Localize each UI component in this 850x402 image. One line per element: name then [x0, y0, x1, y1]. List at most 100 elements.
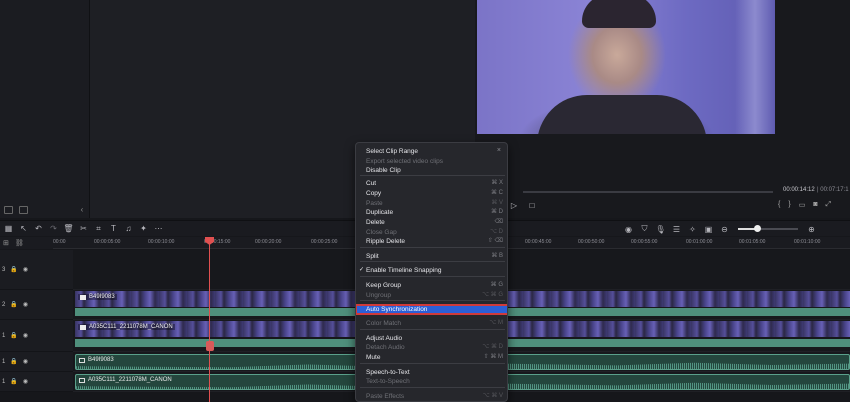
redo-icon[interactable]: ↷	[47, 224, 60, 233]
menu-item-ripple-delete[interactable]: Ripple Delete ⇧ ⌫	[356, 237, 507, 246]
lock-icon[interactable]: 🔒	[10, 378, 17, 385]
more-tools-icon[interactable]: ⋯	[152, 224, 165, 233]
menu-item-label: Select Clip Range	[366, 148, 419, 155]
zoom-out-icon[interactable]: ⊖	[718, 225, 731, 234]
menu-item-paste[interactable]: Paste ⌘ V	[356, 199, 507, 208]
menu-separator	[360, 329, 505, 330]
shield-icon[interactable]: ⛉	[638, 224, 651, 234]
lock-icon[interactable]: 🔒	[10, 332, 17, 339]
menu-item-color-match[interactable]: Color Match ⌥ M	[356, 319, 507, 328]
zoom-in-icon[interactable]: ⊕	[805, 225, 818, 234]
eye-icon[interactable]: ◉	[23, 266, 28, 273]
menu-item-label: Keep Group	[366, 282, 402, 289]
clip-marker[interactable]	[206, 341, 214, 351]
menu-item-detach-audio[interactable]: Detach Audio ⌥ ⌘ D	[356, 343, 507, 352]
menu-item-duplicate[interactable]: Duplicate ⌘ D	[356, 208, 507, 217]
menu-item-shortcut: ⌘ C	[491, 190, 503, 196]
render-icon[interactable]: ◉	[622, 225, 635, 234]
menu-item-enable-timeline-snapping[interactable]: ✓ Enable Timeline Snapping	[356, 266, 507, 275]
speaker-icon[interactable]: ◉	[23, 358, 28, 365]
track-number: 3	[2, 266, 6, 273]
menu-item-shortcut: ⌥ D	[490, 229, 503, 235]
collapse-panel-button[interactable]: ‹	[77, 205, 87, 215]
eye-icon[interactable]: ◉	[23, 332, 28, 339]
menu-separator	[360, 314, 505, 315]
ruler-tick-label: 00:00:55:00	[631, 239, 658, 245]
menu-item-shortcut: ⌘ X	[491, 180, 503, 186]
fullscreen-icon[interactable]: ⤢	[826, 201, 832, 209]
zoom-slider[interactable]	[738, 225, 798, 232]
ruler-tick-label: 00:00:25:00	[311, 239, 338, 245]
track-header-audio-2: 1 🔒 ◉	[0, 372, 73, 392]
ruler-tick-label: 00:01:05:00	[739, 239, 766, 245]
select-tool-icon[interactable]: ↖	[17, 224, 30, 233]
menu-item-speech-to-text[interactable]: Speech-to-Text	[356, 368, 507, 377]
track-number: 1	[2, 378, 6, 385]
track-header-video-1: 1 🔒 ◉	[0, 320, 73, 352]
lock-icon[interactable]: 🔒	[10, 301, 17, 308]
folder-add-icon[interactable]	[4, 206, 13, 214]
playhead[interactable]	[209, 237, 210, 402]
menu-item-cut[interactable]: Cut ⌘ X	[356, 179, 507, 188]
link-icon[interactable]: ⛓	[15, 239, 24, 247]
menu-item-paste-effects[interactable]: Paste Effects ⌥ ⌘ V	[356, 392, 507, 401]
bracket-out-icon[interactable]: }	[788, 201, 790, 209]
speaker-icon[interactable]: ◉	[23, 378, 28, 385]
menu-item-disable-clip[interactable]: Disable Clip	[356, 166, 507, 175]
menu-item-split[interactable]: Split ⌘ B	[356, 252, 507, 261]
snapshot-icon[interactable]: ▣	[702, 225, 715, 234]
list-icon[interactable]: ☰	[670, 225, 683, 234]
undo-icon[interactable]: ↶	[32, 224, 45, 233]
ruler-tick-label: 00:00:20:00	[255, 239, 282, 245]
menu-separator	[360, 276, 505, 277]
eye-icon[interactable]: ◉	[23, 301, 28, 308]
menu-item-mute[interactable]: Mute ⇧ ⌘ M	[356, 353, 507, 362]
text-icon[interactable]: T	[107, 224, 120, 233]
effects-icon[interactable]: ✦	[137, 224, 150, 233]
lock-icon[interactable]: 🔒	[10, 266, 17, 273]
menu-item-select-clip-range[interactable]: Select Clip Range	[356, 147, 507, 156]
menu-item-label: Copy	[366, 190, 382, 197]
context-menu: × Select Clip Range Export selected video…	[355, 142, 508, 402]
scissors-icon[interactable]: ✂	[77, 224, 90, 233]
total-time: | 00:07:17:1	[817, 187, 849, 193]
layout-icon[interactable]: ▦	[2, 224, 15, 233]
menu-item-shortcut: ⇧ ⌫	[487, 238, 503, 244]
bracket-in-icon[interactable]: {	[778, 201, 780, 209]
mic-icon[interactable]: 🎙	[654, 225, 667, 234]
menu-item-label: Enable Timeline Snapping	[366, 267, 442, 274]
menu-item-close-gap[interactable]: Close Gap ⌥ D	[356, 228, 507, 237]
menu-item-export-selected-video-clips[interactable]: Export selected video clips	[356, 157, 507, 166]
menu-item-label: Speech-to-Text	[366, 369, 410, 376]
add-track-icon[interactable]: ⊞	[3, 239, 9, 247]
menu-item-label: Ungroup	[366, 292, 391, 299]
menu-item-shortcut: ⌘ V	[491, 200, 503, 206]
play-icon[interactable]: ▷	[509, 201, 519, 210]
ruler-tick-label: 00:00:05:00	[94, 239, 121, 245]
monitor-icon[interactable]: ▭	[799, 201, 806, 209]
menu-item-copy[interactable]: Copy ⌘ C	[356, 189, 507, 198]
menu-item-text-to-speech[interactable]: Text-to-Speech	[356, 377, 507, 386]
menu-item-ungroup[interactable]: Ungroup ⌥ ⌘ G	[356, 291, 507, 300]
menu-item-label: Paste	[366, 200, 383, 207]
trash-icon[interactable]: 🗑	[62, 224, 75, 233]
camera-icon[interactable]: ◙	[813, 201, 817, 209]
menu-separator	[360, 300, 505, 301]
track-header-video-2: 2 🔒 ◉	[0, 290, 73, 320]
menu-item-keep-group[interactable]: Keep Group ⌘ G	[356, 281, 507, 290]
menu-item-adjust-audio[interactable]: Adjust Audio	[356, 334, 507, 343]
menu-separator	[360, 175, 505, 176]
preview-progress-bar[interactable]	[523, 191, 773, 193]
folder-icon[interactable]	[19, 206, 28, 214]
lock-icon[interactable]: 🔒	[10, 358, 17, 365]
menu-item-shortcut: ⌥ ⌘ D	[482, 344, 503, 350]
media-panel	[0, 0, 90, 218]
ruler-tick-label: 00:00:45:00	[525, 239, 552, 245]
ai-icon[interactable]: ✧	[686, 225, 699, 234]
menu-item-auto-synchronization[interactable]: Auto Synchronization	[356, 304, 507, 315]
audio-icon[interactable]: ♫	[122, 224, 135, 233]
menu-item-delete[interactable]: Delete ⌫	[356, 218, 507, 227]
stop-icon[interactable]: □	[527, 201, 537, 210]
crop-icon[interactable]: ⌗	[92, 224, 105, 234]
preview-panel: 00:00:14:12 | 00:07:17:1 ▷ □ { } ▭ ◙ ⤢	[475, 0, 850, 218]
